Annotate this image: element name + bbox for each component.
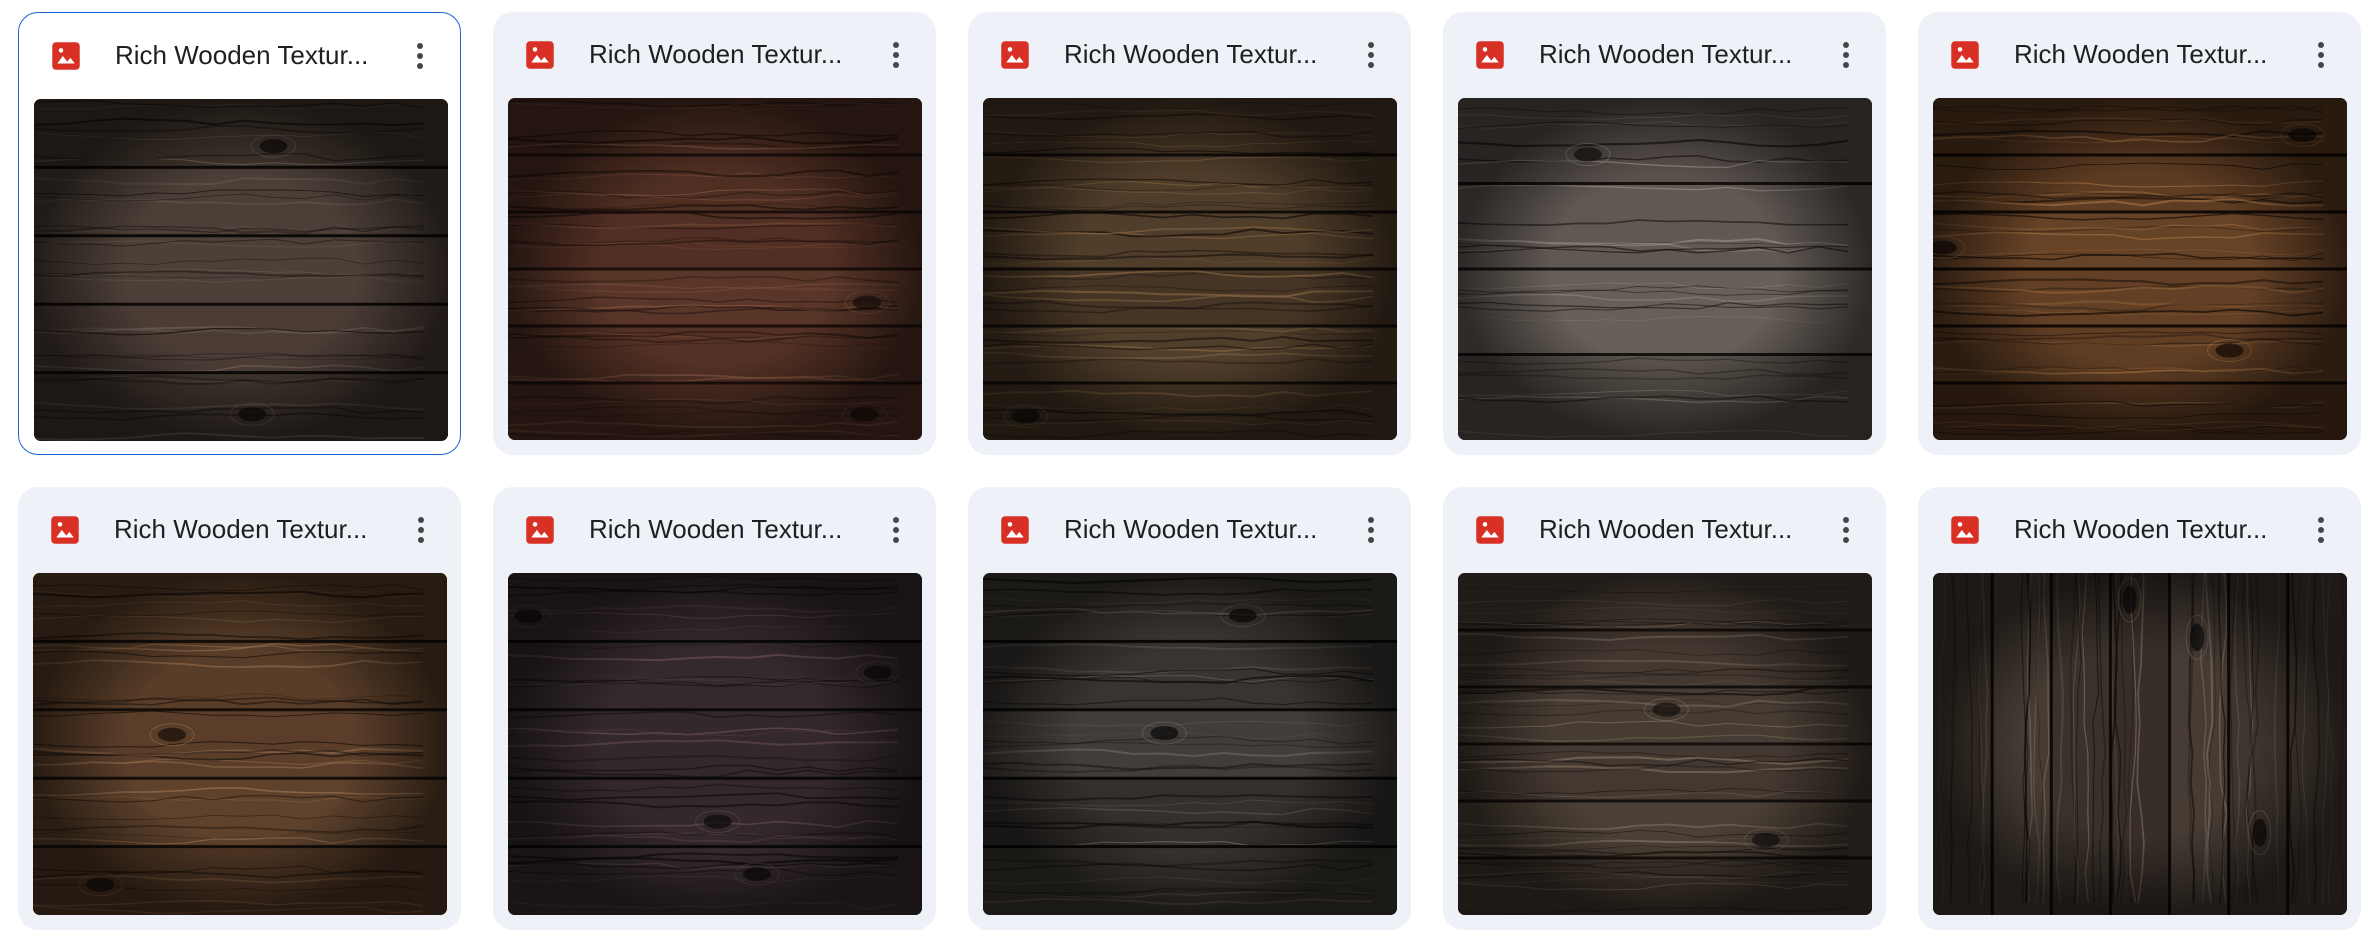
image-file-icon [1951,515,1979,544]
image-file-icon [1476,515,1504,544]
wood-texture-image [1933,98,2347,440]
wood-texture-image [33,573,447,915]
file-grid: Rich Wooden Textur... Rich Wooden Textur… [18,12,2361,930]
file-card-header: Rich Wooden Textur... [1918,12,2361,97]
more-vert-icon [2318,41,2324,68]
more-options-button[interactable] [874,33,918,77]
file-title: Rich Wooden Textur... [589,514,843,544]
image-file-icon [1476,40,1504,69]
more-vert-icon [1843,516,1849,543]
image-file-icon [1001,40,1029,69]
image-thumbnail[interactable] [34,99,448,441]
file-card-header: Rich Wooden Textur... [968,12,1411,97]
wood-texture-image [1458,98,1872,440]
file-card[interactable]: Rich Wooden Textur... [493,12,936,455]
file-card-header: Rich Wooden Textur... [493,12,936,97]
wood-texture-image [1458,573,1872,915]
more-options-button[interactable] [2299,508,2343,552]
more-options-button[interactable] [1349,33,1393,77]
more-options-button[interactable] [1824,508,1868,552]
wood-texture-image [34,99,448,441]
image-thumbnail[interactable] [983,98,1397,440]
image-file-icon [52,41,80,70]
file-card[interactable]: Rich Wooden Textur... [18,487,461,930]
image-thumbnail[interactable] [1933,98,2347,440]
file-card-header: Rich Wooden Textur... [19,13,460,98]
wood-texture-image [1933,573,2347,915]
file-title: Rich Wooden Textur... [589,39,843,69]
file-title: Rich Wooden Textur... [114,514,368,544]
more-vert-icon [893,516,899,543]
image-thumbnail[interactable] [508,573,922,915]
image-file-icon [526,40,554,69]
file-title: Rich Wooden Textur... [1064,39,1318,69]
image-file-icon [1001,515,1029,544]
file-card[interactable]: Rich Wooden Textur... [968,487,1411,930]
file-card[interactable]: Rich Wooden Textur... [1443,12,1886,455]
file-title: Rich Wooden Textur... [115,40,369,70]
wood-texture-image [508,98,922,440]
image-file-icon [1951,40,1979,69]
file-card[interactable]: Rich Wooden Textur... [1443,487,1886,930]
more-options-button[interactable] [398,34,442,78]
file-card[interactable]: Rich Wooden Textur... [1918,487,2361,930]
more-vert-icon [417,42,423,69]
image-thumbnail[interactable] [508,98,922,440]
wood-texture-image [508,573,922,915]
file-card-header: Rich Wooden Textur... [1443,487,1886,572]
more-options-button[interactable] [399,508,443,552]
file-card-header: Rich Wooden Textur... [18,487,461,572]
image-file-icon [526,515,554,544]
file-title: Rich Wooden Textur... [1539,514,1793,544]
file-card[interactable]: Rich Wooden Textur... [1918,12,2361,455]
image-thumbnail[interactable] [1458,573,1872,915]
file-title: Rich Wooden Textur... [1539,39,1793,69]
file-card-header: Rich Wooden Textur... [968,487,1411,572]
more-vert-icon [418,516,424,543]
image-thumbnail[interactable] [1458,98,1872,440]
more-vert-icon [1843,41,1849,68]
more-options-button[interactable] [874,508,918,552]
file-card[interactable]: Rich Wooden Textur... [968,12,1411,455]
image-file-icon [51,515,79,544]
file-card[interactable]: Rich Wooden Textur... [18,12,461,455]
more-vert-icon [2318,516,2324,543]
file-title: Rich Wooden Textur... [2014,39,2268,69]
more-vert-icon [893,41,899,68]
more-options-button[interactable] [1349,508,1393,552]
file-card-header: Rich Wooden Textur... [1443,12,1886,97]
wood-texture-image [983,573,1397,915]
file-card-header: Rich Wooden Textur... [1918,487,2361,572]
more-options-button[interactable] [1824,33,1868,77]
image-thumbnail[interactable] [1933,573,2347,915]
more-vert-icon [1368,516,1374,543]
image-thumbnail[interactable] [33,573,447,915]
file-card[interactable]: Rich Wooden Textur... [493,487,936,930]
image-thumbnail[interactable] [983,573,1397,915]
more-vert-icon [1368,41,1374,68]
more-options-button[interactable] [2299,33,2343,77]
wood-texture-image [983,98,1397,440]
file-title: Rich Wooden Textur... [2014,514,2268,544]
file-title: Rich Wooden Textur... [1064,514,1318,544]
file-card-header: Rich Wooden Textur... [493,487,936,572]
